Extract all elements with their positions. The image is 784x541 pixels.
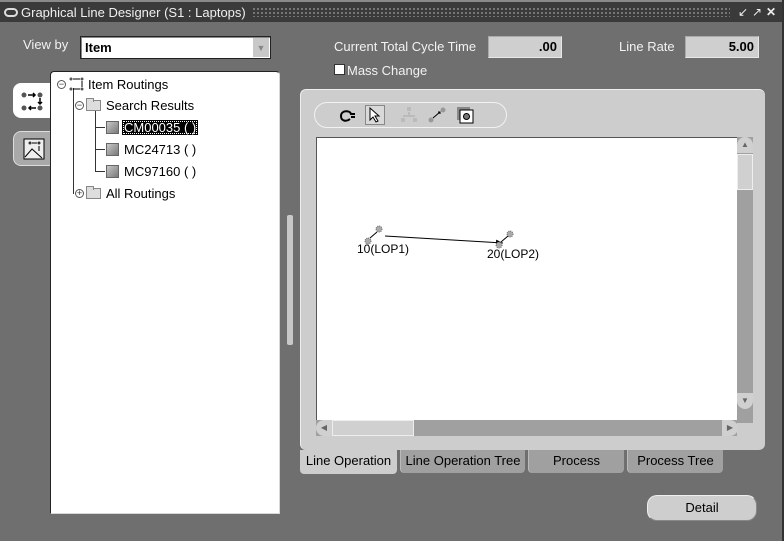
mass-change-label: Mass Change [347,63,428,78]
properties-icon[interactable] [455,105,475,125]
mass-change-checkbox[interactable] [334,64,345,75]
cycle-time-label: Current Total Cycle Time [334,39,477,54]
tab-line-operation-tree[interactable]: Line Operation Tree [400,450,525,473]
view-by-value: Item [85,40,112,55]
expand-icon[interactable]: + [75,189,84,198]
operation-node-icon [495,230,514,249]
title-bar-grip[interactable] [251,7,730,17]
scroll-down-icon[interactable]: ▼ [737,393,753,409]
line-rate-field: 5.00 [685,36,759,58]
operation-node-label[interactable]: 10(LOP1) [357,242,409,256]
view-tabs: Line Operation Line Operation Tree Proce… [300,450,726,474]
search-results-label: Search Results [106,98,195,113]
scroll-up-icon[interactable]: ▲ [737,137,753,153]
vertical-scrollbar[interactable]: ▲ ▼ [737,137,753,423]
panel-splitter[interactable] [287,215,293,345]
tree-root-label: Item Routings [88,76,169,92]
tree-item[interactable]: CM00035 ( ) [106,120,199,135]
diagram-icon [23,138,44,159]
routing-flow-icon [21,91,43,111]
tab-process[interactable]: Process [528,450,624,473]
layout-tree-icon[interactable] [399,105,419,125]
window-title: Graphical Line Designer (S1 : Laptops) [21,4,246,20]
side-tab-diagram[interactable] [13,131,53,166]
tree-item[interactable]: MC97160 ( ) [106,164,198,179]
maximize-icon[interactable]: ↗ [750,5,764,19]
scroll-right-icon[interactable]: ▶ [722,420,738,436]
horizontal-scroll-thumb[interactable] [332,420,414,436]
detail-button[interactable]: Detail [647,495,757,521]
tree-item-label: CM00035 ( ) [122,120,199,135]
designer-toolbar [314,102,507,128]
title-bar: Graphical Line Designer (S1 : Laptops) ↙… [0,0,784,22]
horizontal-scrollbar[interactable]: ◀ ▶ [316,420,738,436]
scroll-left-icon[interactable]: ◀ [316,420,332,436]
tab-line-operation[interactable]: Line Operation [300,450,397,474]
tree-item-label: MC97160 ( ) [124,164,197,179]
collapse-icon[interactable]: − [57,79,66,89]
view-by-label: View by [23,37,69,52]
side-tab-routing[interactable] [13,83,53,118]
collapse-icon[interactable]: − [75,101,84,110]
link-ops-icon[interactable] [427,105,447,125]
operation-node-label[interactable]: 20(LOP2) [487,247,539,261]
item-cube-icon [106,121,119,134]
minimize-icon[interactable]: ↙ [736,5,750,19]
view-by-select[interactable]: Item ▼ [80,36,271,59]
close-icon[interactable]: ✕ [764,5,778,19]
chevron-down-icon[interactable]: ▼ [253,38,269,57]
tree-node-all-routings[interactable]: + All Routings [75,186,177,201]
line-designer-panel: 10(LOP1) 20(LOP2) ▲ ▼ ◀ ▶ [300,89,765,450]
vertical-scroll-thumb[interactable] [737,154,753,190]
routing-canvas[interactable]: 10(LOP1) 20(LOP2) [316,137,737,423]
all-routings-label: All Routings [106,186,176,201]
item-routings-tree[interactable]: − Item Routings − Search Results CM00035… [50,71,280,514]
item-cube-icon [106,165,119,178]
tab-process-tree[interactable]: Process Tree [627,450,723,473]
item-cube-icon [106,143,119,156]
folder-icon [86,186,101,199]
folder-icon [86,98,101,111]
cycle-time-field: .00 [488,36,562,58]
line-rate-label: Line Rate [619,39,675,54]
canvas-drawing [364,225,514,249]
select-pointer-icon[interactable] [365,105,385,125]
tree-node-search-results[interactable]: − Search Results [75,98,196,113]
connect-plug-icon[interactable] [337,105,357,125]
tree-node-item-routings[interactable]: − Item Routings [57,76,170,92]
tree-item[interactable]: MC24713 ( ) [106,142,198,157]
tree-item-label: MC24713 ( ) [124,142,197,157]
routing-flow-icon [69,77,84,91]
oracle-logo-icon [4,7,18,17]
